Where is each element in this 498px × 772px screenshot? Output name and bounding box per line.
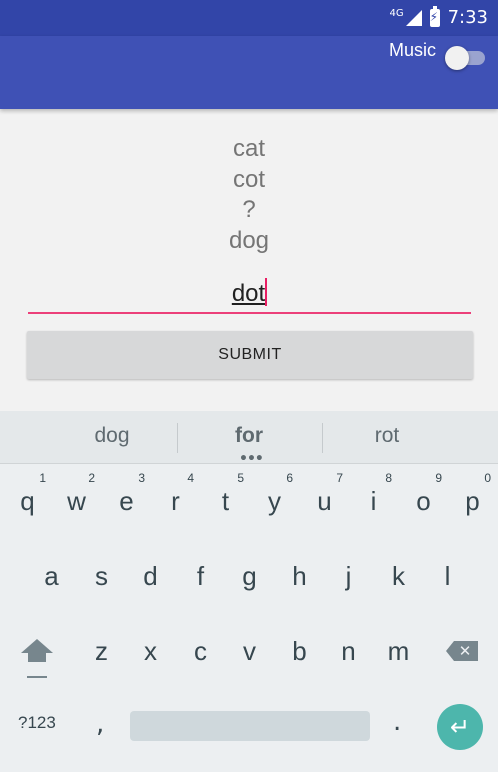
key-label: u <box>317 486 332 516</box>
ladder-word: cat <box>232 135 265 162</box>
submit-button[interactable]: SUBMIT <box>27 331 473 379</box>
suggestion-item-primary[interactable]: for <box>189 424 309 448</box>
symbols-key[interactable]: ?123 <box>18 713 56 733</box>
music-toggle[interactable] <box>445 44 485 70</box>
key-hint: 3 <box>138 471 145 485</box>
key[interactable]: p0 <box>448 471 497 531</box>
key-label: r <box>171 486 180 516</box>
status-bar: 4G 7:33 <box>0 0 498 36</box>
key-hint: 0 <box>484 471 491 485</box>
key[interactable]: x <box>126 621 175 681</box>
key[interactable]: d <box>126 546 175 606</box>
key[interactable]: b <box>275 621 324 681</box>
key[interactable]: j <box>324 546 373 606</box>
key-label: t <box>221 486 230 516</box>
suggestion-item[interactable]: rot <box>327 424 447 448</box>
shift-indicator <box>27 676 47 678</box>
key-hint: 4 <box>187 471 194 485</box>
key-hint: 7 <box>336 471 343 485</box>
key[interactable]: z <box>77 621 126 681</box>
key-hint: 2 <box>88 471 95 485</box>
key[interactable]: g <box>225 546 274 606</box>
key[interactable]: s <box>77 546 126 606</box>
toggle-thumb <box>445 46 469 70</box>
text-caret <box>265 278 268 306</box>
key-hint: 6 <box>286 471 293 485</box>
comma-key[interactable]: , <box>96 709 104 739</box>
key-hint: 9 <box>435 471 442 485</box>
ladder-word: dog <box>228 226 270 254</box>
status-time: 7:33 <box>447 7 488 28</box>
space-bar[interactable] <box>130 711 370 741</box>
signal-icon <box>405 9 422 26</box>
key-hint: 5 <box>237 471 244 485</box>
answer-input[interactable]: dot <box>28 274 471 316</box>
key-label: o <box>416 486 431 516</box>
key-label: e <box>119 486 134 516</box>
answer-input-value: dot <box>231 280 266 307</box>
key[interactable]: e3 <box>102 471 151 531</box>
key[interactable]: n <box>324 621 373 681</box>
soft-keyboard: dog for rot ••• q1 w2 e3 r4 t5 y6 u7 i8 … <box>0 411 498 772</box>
key[interactable]: i8 <box>349 471 398 531</box>
key[interactable]: v <box>225 621 274 681</box>
key[interactable]: m <box>374 621 423 681</box>
ladder-word: ? <box>242 196 256 223</box>
key[interactable]: c <box>176 621 225 681</box>
enter-icon[interactable]: ↵ <box>437 704 483 750</box>
key-label: w <box>67 486 86 516</box>
key[interactable]: w2 <box>52 471 101 531</box>
key-hint: 8 <box>385 471 392 485</box>
key[interactable]: f <box>176 546 225 606</box>
key[interactable]: h <box>275 546 324 606</box>
app-bar: Music <box>0 36 498 109</box>
key-label: p <box>465 486 480 516</box>
key[interactable]: o9 <box>399 471 448 531</box>
key-label: q <box>20 486 35 516</box>
key[interactable]: u7 <box>300 471 349 531</box>
backspace-icon[interactable]: ✕ <box>446 641 478 661</box>
key[interactable]: l <box>423 546 472 606</box>
ladder-word: cot <box>232 165 265 193</box>
music-label: Music <box>389 40 437 60</box>
key-hint: 1 <box>39 471 46 485</box>
suggestion-item[interactable]: dog <box>52 424 172 448</box>
key[interactable]: q1 <box>3 471 52 531</box>
key-label: y <box>268 486 281 516</box>
suggestion-strip: dog for rot ••• <box>0 411 498 467</box>
period-key[interactable]: . <box>393 707 401 737</box>
word-ladder: cat cot ? dog <box>0 134 498 256</box>
key[interactable]: t5 <box>201 471 250 531</box>
suggestion-divider <box>322 423 323 453</box>
key-label: i <box>370 486 377 516</box>
input-underline <box>28 312 471 314</box>
key[interactable]: a <box>27 546 76 606</box>
more-suggestions-icon: ••• <box>239 451 264 467</box>
key[interactable]: r4 <box>151 471 200 531</box>
key[interactable]: k <box>374 546 423 606</box>
network-type: 4G <box>389 8 404 19</box>
key[interactable]: y6 <box>250 471 299 531</box>
suggestion-divider <box>177 423 178 453</box>
battery-icon <box>429 5 440 27</box>
